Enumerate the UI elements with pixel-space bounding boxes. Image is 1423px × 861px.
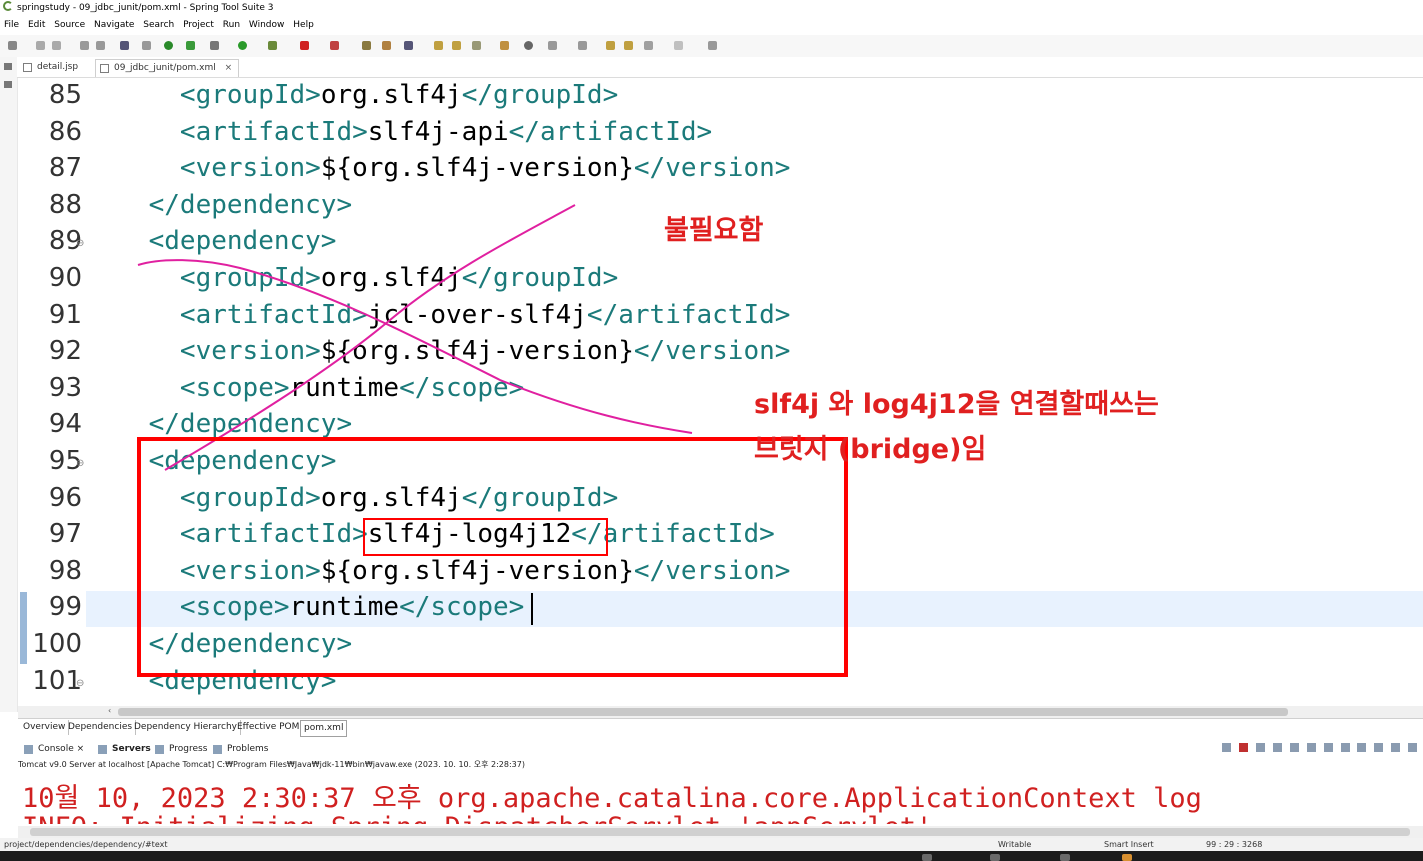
open-console-icon[interactable] (1374, 743, 1384, 752)
annotation-bridge-line1: slf4j 와 log4j12을 연결할때쓰는 (754, 389, 1159, 420)
console-horizontal-scrollbar[interactable] (18, 826, 1423, 838)
scroll-left-icon[interactable]: ‹ (108, 706, 111, 715)
tab-overview[interactable]: Overview (20, 720, 70, 735)
editor-horizontal-scrollbar[interactable]: ‹ (18, 706, 1423, 718)
annotation-bridge-line2: 브릿지 (bridge)임 (754, 434, 987, 465)
tab-pom-xml-source[interactable]: pom.xml (300, 720, 348, 737)
console-line: 10월 10, 2023 2:30:37 오후 org.apache.catal… (22, 783, 1202, 814)
progress-icon (155, 745, 164, 754)
highlight-box-artifact (363, 518, 608, 556)
tab-dependencies[interactable]: Dependencies (65, 720, 137, 735)
tab-console[interactable]: Console × (24, 742, 84, 757)
status-writable: Writable (998, 840, 1032, 849)
strike-line-1 (137, 259, 693, 434)
status-path: project/dependencies/dependency/#text (4, 840, 168, 849)
status-bar: project/dependencies/dependency/#text Wr… (0, 838, 1423, 851)
console-icon (24, 745, 33, 754)
tab-progress[interactable]: Progress (155, 742, 207, 757)
word-wrap-icon[interactable] (1306, 743, 1316, 752)
status-cursor-position: 99 : 29 : 3268 (1206, 840, 1263, 849)
highlight-box-dependency (137, 437, 848, 677)
taskbar-app-icon[interactable] (1122, 854, 1132, 861)
taskbar-app-icon[interactable] (990, 854, 1000, 861)
remove-all-icon[interactable] (1256, 743, 1266, 752)
scroll-thumb[interactable] (30, 828, 1410, 836)
taskbar-app-icon[interactable] (1060, 854, 1070, 861)
console-output[interactable]: 10월 10, 2023 2:30:37 오후 org.apache.catal… (18, 772, 1423, 824)
status-insert-mode: Smart Insert (1104, 840, 1154, 849)
scroll-thumb[interactable] (118, 708, 1288, 716)
maximize-icon[interactable] (1408, 743, 1417, 752)
tab-label: Console (38, 744, 74, 754)
tab-label: Problems (227, 744, 269, 754)
os-taskbar (0, 851, 1423, 861)
remove-launch-icon[interactable] (1222, 743, 1232, 752)
pom-editor-tabs: Overview Dependencies Dependency Hierarc… (18, 718, 1423, 737)
problems-icon (213, 745, 222, 754)
display-console-icon[interactable] (1357, 743, 1367, 752)
annotation-unneeded: 불필요함 (664, 215, 764, 246)
pin-console-icon[interactable] (1340, 743, 1350, 752)
console-toolbar (1217, 743, 1417, 755)
terminate-icon[interactable] (1239, 743, 1249, 752)
tab-servers[interactable]: Servers (98, 742, 151, 757)
console-line: INFO: Initializing Spring DispatcherServ… (22, 812, 932, 824)
taskbar-app-icon[interactable] (922, 854, 932, 861)
clear-console-icon[interactable] (1273, 743, 1282, 752)
tab-dependency-hierarchy[interactable]: Dependency Hierarchy (131, 720, 242, 735)
tab-label: Servers (112, 744, 151, 754)
scroll-lock-icon[interactable] (1289, 743, 1299, 752)
strike-line-2 (164, 204, 576, 471)
tab-label: Progress (169, 744, 208, 754)
tab-effective-pom[interactable]: Effective POM (234, 720, 304, 735)
close-icon[interactable]: × (77, 744, 85, 754)
minimize-icon[interactable] (1391, 743, 1401, 752)
console-view-tabs: Console × Servers Progress Problems (18, 740, 1423, 758)
servers-icon (98, 745, 107, 754)
tab-problems[interactable]: Problems (213, 742, 268, 757)
console-launch-description: Tomcat v9.0 Server at localhost [Apache … (18, 760, 525, 769)
show-on-output-icon[interactable] (1323, 743, 1333, 752)
